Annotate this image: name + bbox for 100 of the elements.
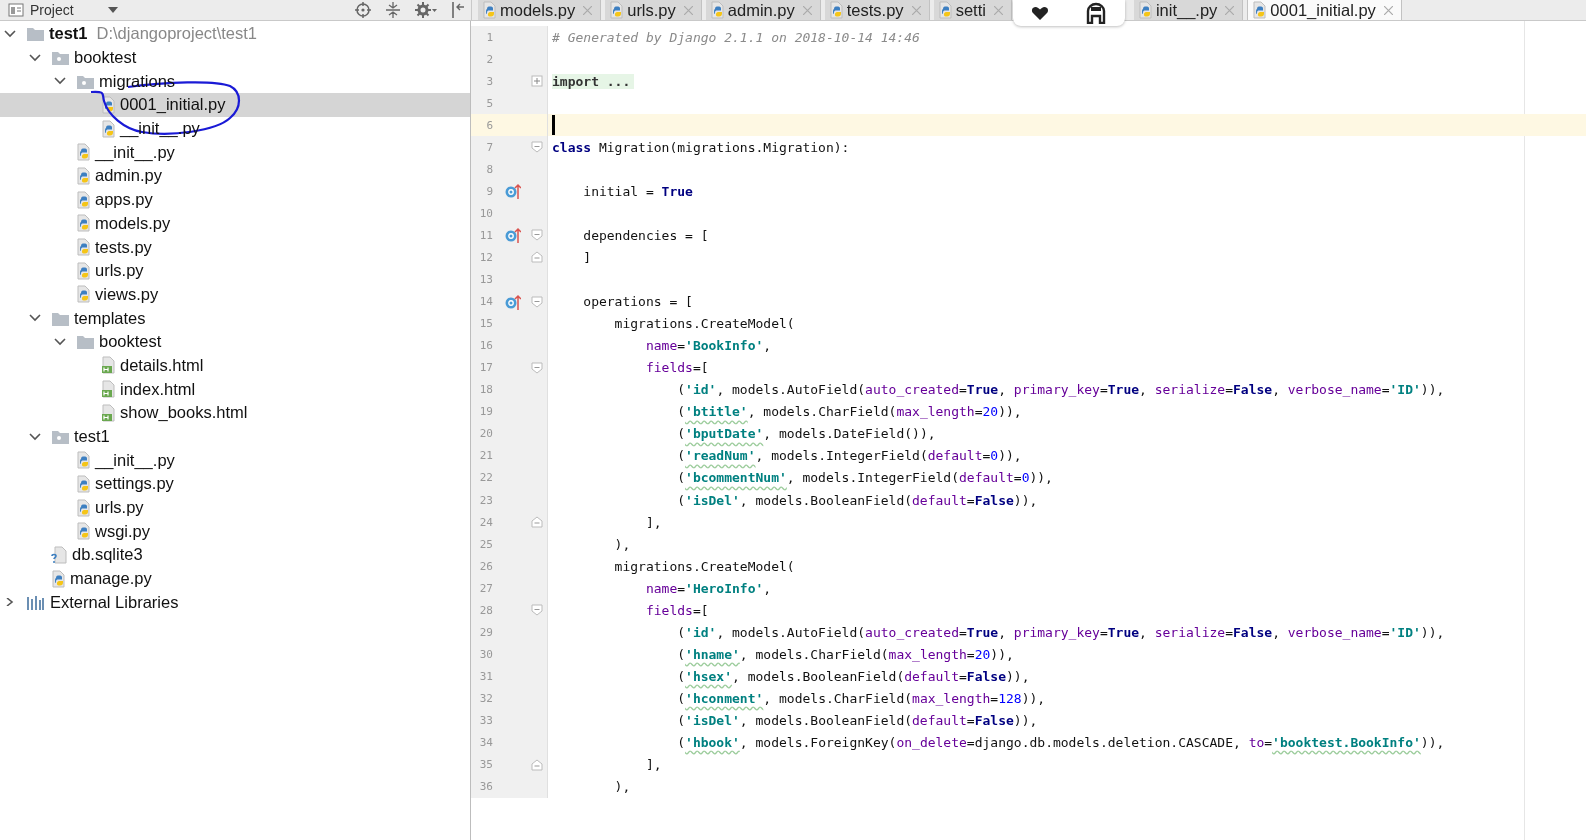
code-line: ('readNum', models.IntegerField(default=0)), xyxy=(676,448,1022,464)
line-number: 7 xyxy=(485,140,493,154)
tree-item[interactable]: urls.py xyxy=(0,495,470,520)
collapse-all-icon[interactable] xyxy=(385,2,401,18)
code-line: operations = [ xyxy=(582,294,693,310)
library-icon xyxy=(26,593,45,611)
tree-item[interactable]: 0001_initial.py xyxy=(0,93,470,117)
fold-icon[interactable] xyxy=(531,295,543,308)
code-line: ], xyxy=(644,514,662,530)
code-line: ('hname', models.CharField(max_length=20)), xyxy=(676,646,1014,662)
code-line: ('hconment', models.CharField(max_length=128)), xyxy=(676,690,1046,706)
robot-icon[interactable] xyxy=(1085,2,1107,24)
code-line: migrations.CreateModel( xyxy=(613,558,795,574)
heart-icon[interactable] xyxy=(1031,5,1049,21)
dropdown-caret-icon[interactable] xyxy=(107,7,118,13)
python-file-icon xyxy=(76,522,90,541)
editor-tab[interactable]: models.py xyxy=(478,0,602,20)
line-number: 36 xyxy=(478,780,493,794)
fold-icon[interactable] xyxy=(531,604,543,617)
code-line: ('bcommentNum', models.IntegerField(default=0)), xyxy=(676,470,1053,486)
line-number: 9 xyxy=(485,184,493,198)
tree-item[interactable]: booktest xyxy=(0,329,470,354)
html-file-icon xyxy=(101,356,115,375)
database-file-icon xyxy=(51,545,67,564)
override-marker-icon[interactable] xyxy=(505,293,521,310)
override-marker-icon[interactable] xyxy=(505,183,521,200)
tree-item[interactable]: show_books.html xyxy=(0,401,470,425)
code-line: fields=[ xyxy=(644,360,709,376)
line-number: 8 xyxy=(485,162,493,176)
line-number: 35 xyxy=(478,758,493,772)
tree-item[interactable]: migrations xyxy=(0,69,470,94)
tree-item[interactable]: details.html xyxy=(0,353,470,378)
line-number: 13 xyxy=(478,273,493,287)
line-number: 12 xyxy=(478,251,493,264)
python-file-icon xyxy=(51,569,65,588)
folder-icon xyxy=(26,25,44,43)
python-file-icon xyxy=(76,261,90,280)
package-folder-icon xyxy=(51,428,69,446)
line-number: 20 xyxy=(478,427,493,441)
editor-tab[interactable]: 0001_initial.py xyxy=(1247,0,1402,20)
settings-icon[interactable] xyxy=(415,2,437,18)
tree-item[interactable]: db.sqlite3 xyxy=(0,543,470,567)
code-line: ('hbook', models.ForeignKey(on_delete=django.db.models.deletion.CASCADE, to='booktest.BookInfo')), xyxy=(676,735,1445,750)
panel-title[interactable]: Project xyxy=(30,2,74,18)
line-number: 18 xyxy=(478,383,493,397)
editor-tab[interactable]: tests.py xyxy=(824,0,930,20)
code-line: ), xyxy=(613,536,631,552)
tree-item[interactable]: test1 xyxy=(0,424,470,449)
line-number: 11 xyxy=(478,228,493,242)
tree-item[interactable]: apps.py xyxy=(0,187,470,212)
python-file-icon xyxy=(101,119,115,138)
code-line: name='BookInfo', xyxy=(644,338,772,354)
hide-panel-icon[interactable] xyxy=(451,2,465,18)
tree-item[interactable]: settings.py xyxy=(0,472,470,496)
close-icon[interactable] xyxy=(1383,5,1393,15)
code-line: ('isDel', models.BooleanField(default=False)), xyxy=(676,712,1038,728)
editor-tab[interactable]: init__.py xyxy=(1133,0,1244,20)
line-number: 2 xyxy=(485,52,493,66)
python-file-icon xyxy=(76,474,90,493)
tree-item[interactable]: __init__.py xyxy=(0,448,470,473)
python-file-icon xyxy=(101,95,115,114)
fold-icon[interactable] xyxy=(531,361,543,374)
line-number: 32 xyxy=(478,691,493,705)
tree-item[interactable]: tests.py xyxy=(0,235,470,259)
line-number: 15 xyxy=(478,317,493,331)
fold-icon[interactable] xyxy=(531,141,543,154)
editor-tab[interactable]: setti xyxy=(933,0,1012,20)
tree-item[interactable]: views.py xyxy=(0,282,470,307)
tree-item[interactable]: test1 D:\djangoproject\test1 xyxy=(0,22,470,46)
tree-item[interactable]: manage.py xyxy=(0,566,470,591)
code-line: ('id', models.AutoField(auto_created=True, primary_key=True, serialize=False, verbose_name='ID')), xyxy=(676,382,1445,398)
line-number: 34 xyxy=(478,736,493,749)
code-line: fields=[ xyxy=(644,602,709,618)
tree-item[interactable]: templates xyxy=(0,306,470,330)
line-number: 22 xyxy=(478,471,493,485)
editor-tab[interactable]: admin.py xyxy=(705,0,821,20)
python-file-icon xyxy=(76,498,90,517)
locate-icon[interactable] xyxy=(355,2,371,18)
tree-item[interactable]: wsgi.py xyxy=(0,519,470,544)
code-line: class Migration(migrations.Migration): xyxy=(552,139,850,155)
fold-icon[interactable] xyxy=(531,229,543,242)
line-number: 5 xyxy=(485,96,493,110)
tree-item[interactable]: index.html xyxy=(0,377,470,401)
python-file-icon xyxy=(76,166,90,185)
editor-tab[interactable]: urls.py xyxy=(605,0,702,20)
expand-icon[interactable] xyxy=(531,75,543,88)
line-number: 25 xyxy=(478,537,493,551)
tree-item[interactable]: __init__.py xyxy=(0,140,470,165)
override-marker-icon[interactable] xyxy=(505,227,521,244)
tree-item[interactable]: models.py xyxy=(0,211,470,236)
line-number: 26 xyxy=(478,559,493,573)
tree-item[interactable]: admin.py xyxy=(0,164,470,188)
project-icon xyxy=(8,3,24,17)
code-line: ('bputDate', models.DateField()), xyxy=(676,426,936,442)
python-file-icon xyxy=(76,285,90,304)
tree-item[interactable]: booktest xyxy=(0,45,470,70)
tree-item[interactable]: urls.py xyxy=(0,258,470,283)
code-line: initial = True xyxy=(582,183,693,199)
line-number: 6 xyxy=(485,118,493,132)
tree-item[interactable]: External Libraries xyxy=(0,590,470,615)
